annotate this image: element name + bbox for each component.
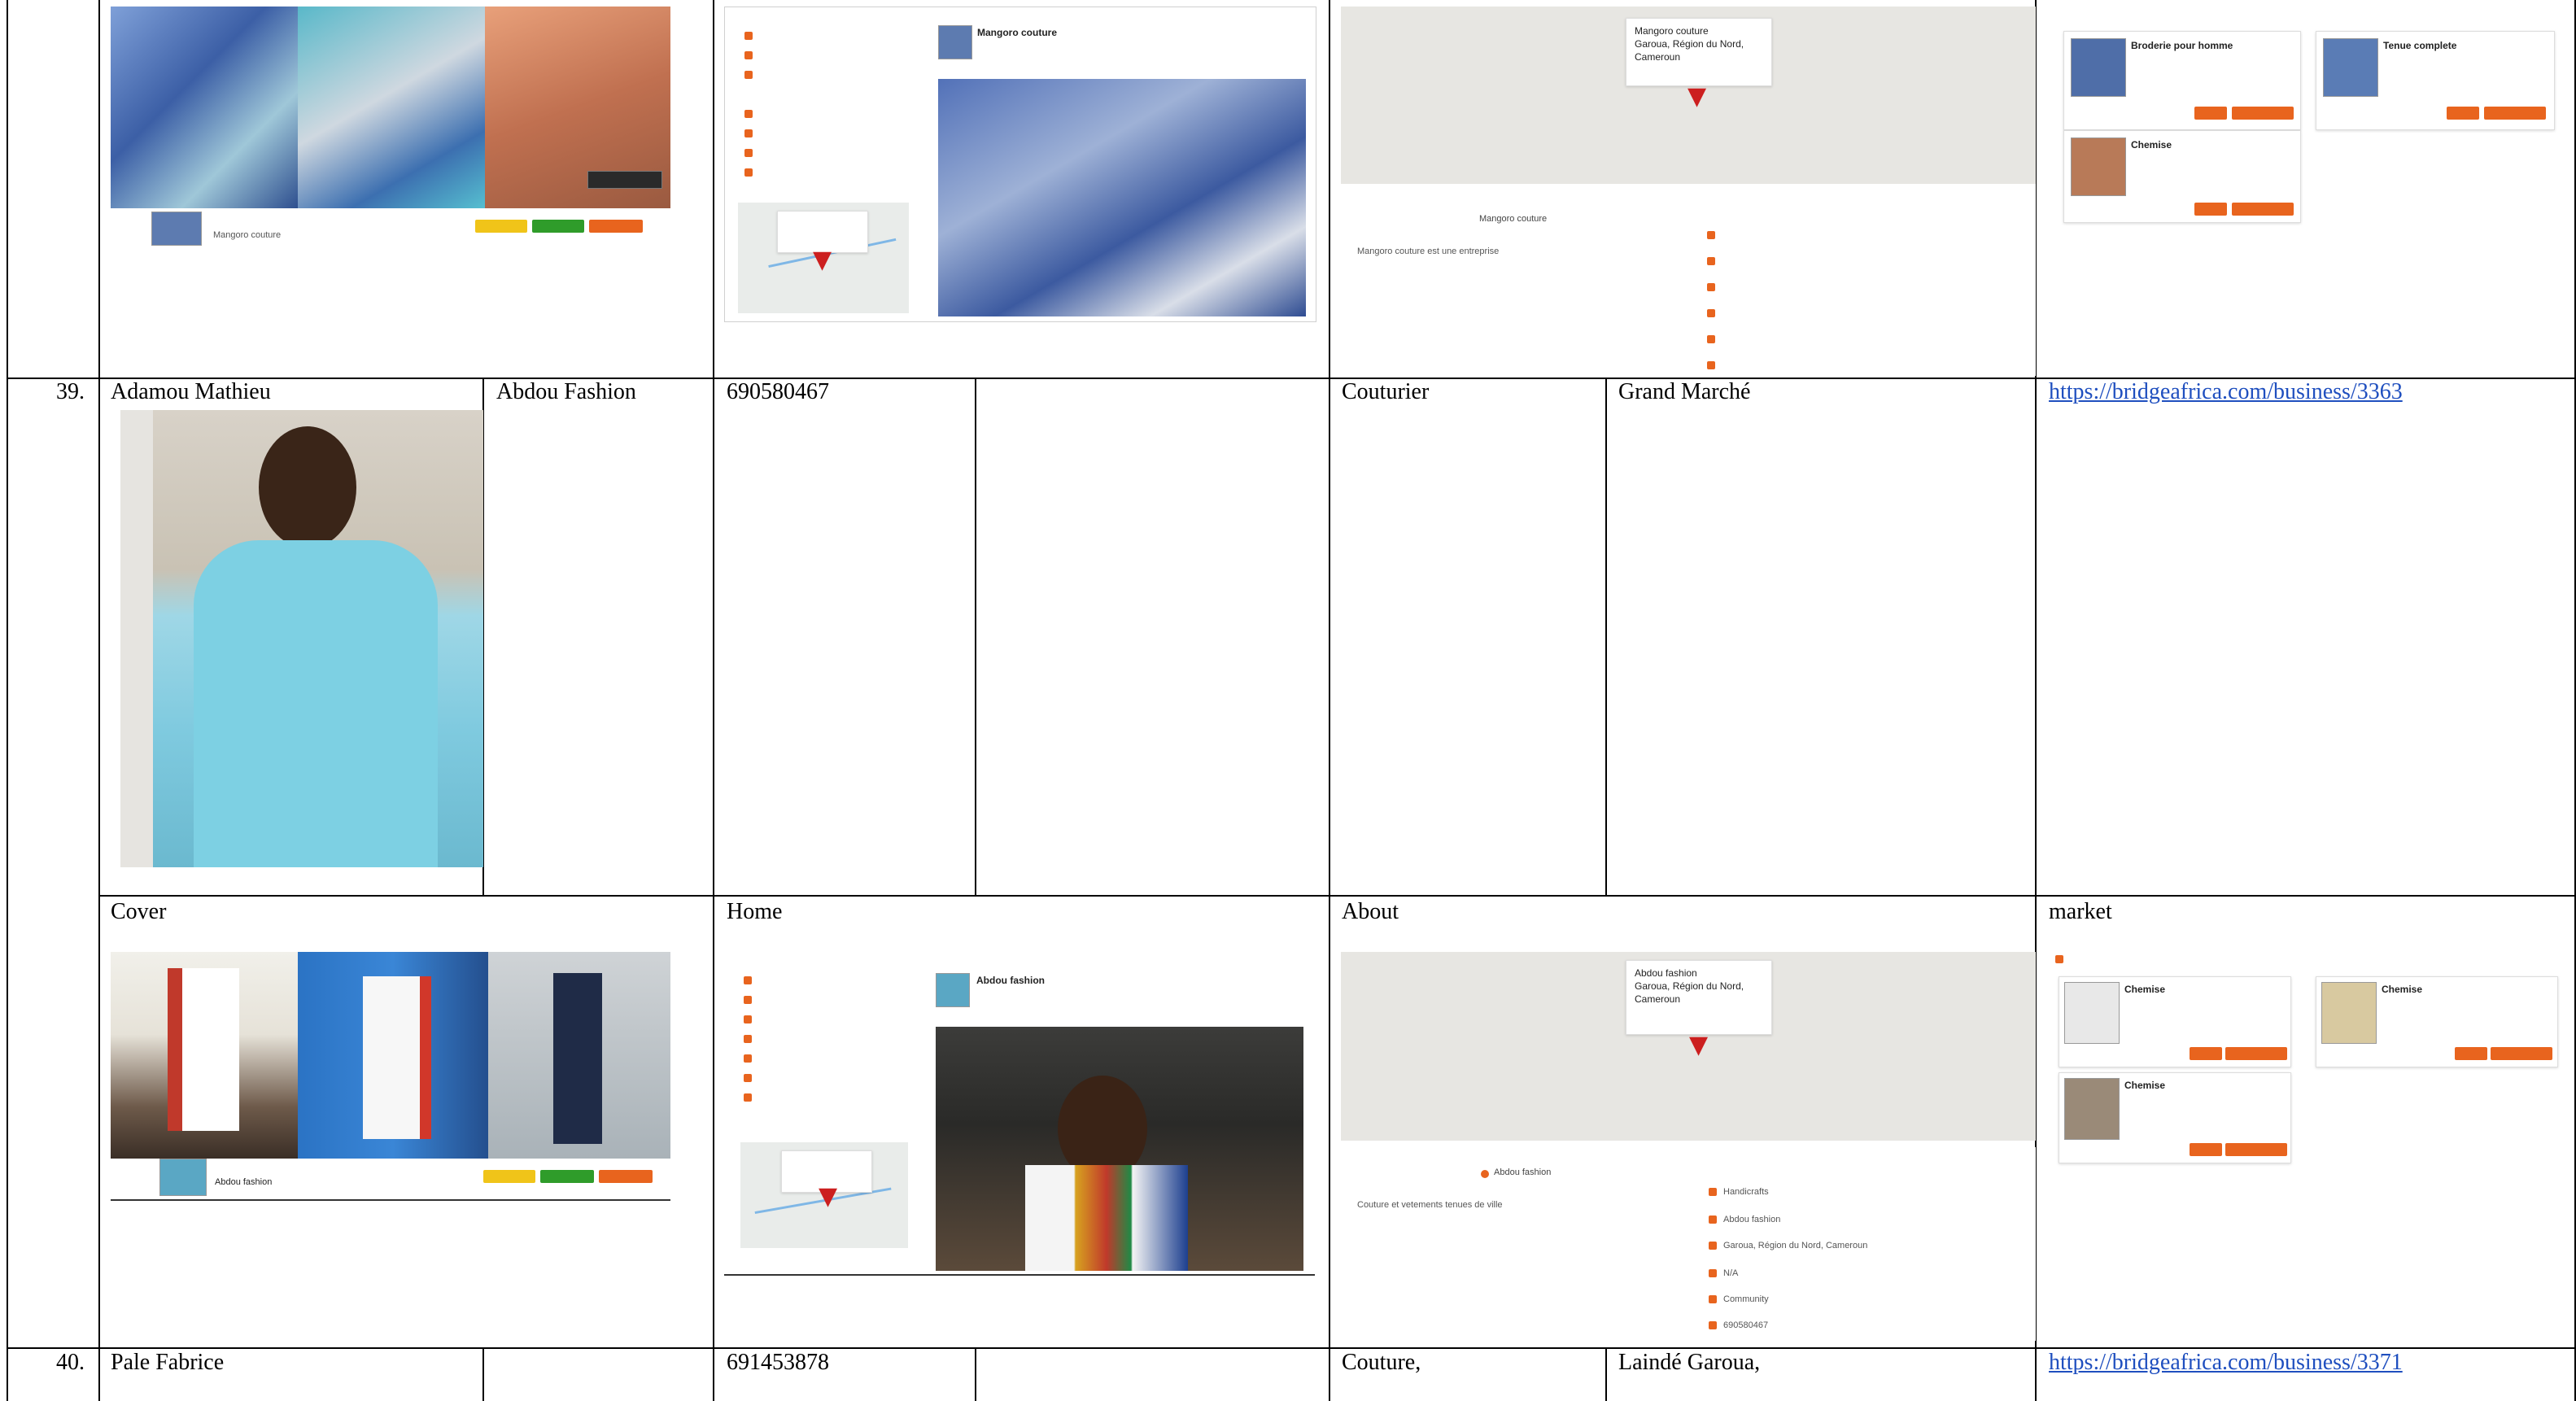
business-category: Couture, (1342, 1350, 1421, 1375)
home-business-name: Mangoro couture (977, 27, 1057, 38)
row-number: 40. (56, 1350, 85, 1375)
home-screenshot: ▼ Abdou fashion (724, 952, 1315, 1276)
phone-number: 690580467 (727, 379, 829, 404)
about-description-text: Couture et vetements tenues de ville (1357, 1200, 1503, 1210)
about-info-community: Community (1723, 1294, 1769, 1304)
table-border-col5 (1329, 0, 1330, 1401)
about-info-top: Mangoro couture Mangoro couture est une … (1341, 184, 2036, 376)
owner-photo (120, 410, 483, 867)
map-popup-line3: Cameroun (1635, 51, 1681, 63)
owner-name: Adamou Mathieu (111, 379, 271, 404)
business-profile-link[interactable]: https://bridgeafrica.com/business/3371 (2049, 1349, 2403, 1377)
table-border-col6b (1605, 1347, 1607, 1401)
market-product-3: Chemise (2124, 1080, 2166, 1091)
business-category: Couturier (1342, 379, 1430, 404)
home-label: Home (727, 899, 783, 924)
cover-business-label: Abdou fashion (215, 1177, 273, 1187)
map-popup-line2: Garoua, Région du Nord, (1635, 38, 1744, 50)
table-border-col2b (482, 1347, 484, 1401)
market-screenshot: Chemise Chemise Chemise (2047, 952, 2565, 1180)
business-name: Abdou Fashion (496, 379, 636, 404)
map-popup-region: Garoua, Région du Nord, (1635, 980, 1744, 992)
business-profile-link[interactable]: https://bridgeafrica.com/business/3363 (2049, 378, 2403, 406)
table-border-col3 (713, 0, 714, 1401)
cover-business-name: Mangoro couture (213, 230, 282, 240)
cover-screenshot-top (111, 7, 670, 208)
table-border-col6 (1605, 378, 1607, 897)
about-label: About (1342, 899, 1399, 924)
map-popup-country: Cameroun (1635, 993, 1681, 1005)
row-divider-labels (98, 895, 2576, 897)
about-info: Abdou fashion Couture et vetements tenue… (1341, 1147, 2036, 1341)
cover-footer-top: Mangoro couture (111, 208, 670, 247)
market-item-2: Tenue complete (2383, 40, 2457, 51)
owner-name: Pale Fabrice (111, 1350, 225, 1375)
table-border-left (7, 0, 8, 1401)
table-border-col4 (975, 378, 976, 897)
map-pin-icon: ▼ (1687, 82, 1707, 111)
about-business-name: Mangoro couture (1479, 214, 1548, 224)
home-business-label: Abdou fashion (976, 975, 1045, 986)
about-map-top: Mangoro couture Garoua, Région du Nord, … (1341, 7, 2036, 184)
about-info-category: Handicrafts (1723, 1187, 1769, 1197)
market-item-3: Chemise (2131, 139, 2172, 151)
business-location: Laindé Garoua, (1618, 1350, 1761, 1375)
market-screenshot-top: Broderie pour homme Tenue complete Chemi… (2047, 7, 2565, 226)
about-info-web: N/A (1723, 1268, 1739, 1278)
table-border-col1 (98, 0, 100, 1401)
cover-label: Cover (111, 899, 167, 924)
home-screenshot-top: ▼ Mangoro couture (724, 7, 1316, 322)
phone-number: 691453878 (727, 1350, 829, 1375)
cover-footer: Abdou fashion (111, 1159, 670, 1201)
map-popup-name: Abdou fashion (1635, 967, 1697, 979)
map-pin-icon-bottom: ▼ (1689, 1031, 1709, 1059)
about-map: Abdou fashion Garoua, Région du Nord, Ca… (1341, 952, 2036, 1141)
market-label: market (2049, 899, 2112, 924)
about-info-phone: 690580467 (1723, 1320, 1769, 1330)
market-product-1: Chemise (2124, 984, 2166, 995)
market-product-2: Chemise (2382, 984, 2423, 995)
about-description: Mangoro couture est une entreprise (1357, 247, 1500, 256)
market-item-1: Broderie pour homme (2131, 40, 2233, 51)
cover-screenshot (111, 952, 670, 1159)
about-info-name: Abdou fashion (1723, 1215, 1781, 1224)
about-info-address: Garoua, Région du Nord, Cameroun (1723, 1241, 1868, 1250)
about-business-label: Abdou fashion (1494, 1168, 1552, 1177)
map-popup-line1: Mangoro couture (1635, 25, 1709, 37)
business-location: Grand Marché (1618, 379, 1751, 404)
table-border-col4b (975, 1347, 976, 1401)
row-number: 39. (56, 379, 85, 404)
